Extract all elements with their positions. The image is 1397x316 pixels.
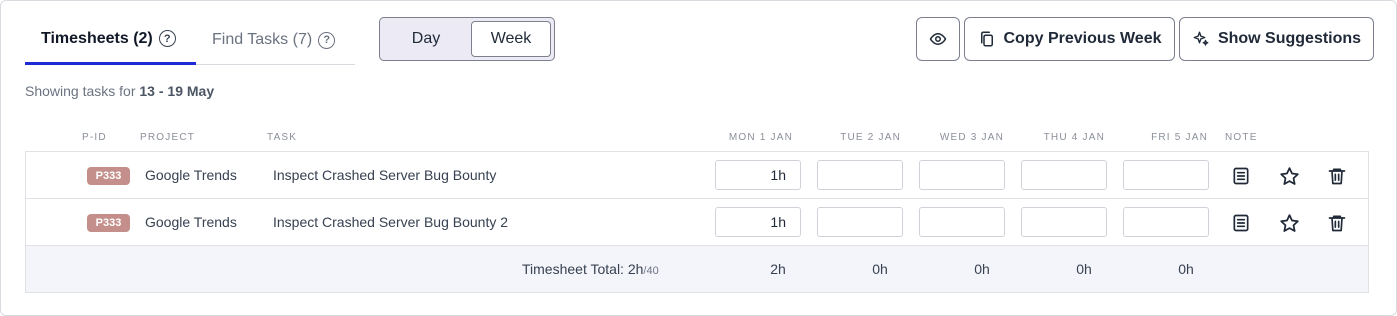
tab-timesheets-label: Timesheets (2) xyxy=(41,29,153,47)
total-fri: 0h xyxy=(1178,261,1194,277)
note-icon xyxy=(1233,167,1249,185)
hours-input-mon[interactable]: 1h xyxy=(715,160,801,190)
column-header-pid: P-ID xyxy=(82,132,107,143)
show-suggestions-button[interactable]: Show Suggestions xyxy=(1179,17,1374,61)
favorite-button[interactable] xyxy=(1277,164,1301,188)
pid-badge: P333 xyxy=(87,167,130,185)
tab-bar: Timesheets (2) ? Find Tasks (7) ? xyxy=(25,15,355,65)
hours-input-mon[interactable]: 1h xyxy=(715,207,801,237)
copy-previous-week-label: Copy Previous Week xyxy=(1003,30,1162,47)
timesheet-total-max: /40 xyxy=(643,265,659,277)
column-header-project: PROJECT xyxy=(140,132,196,143)
total-thu: 0h xyxy=(1076,261,1092,277)
show-suggestions-label: Show Suggestions xyxy=(1217,30,1362,47)
week-toggle-button[interactable]: Week xyxy=(471,21,551,57)
pid-badge: P333 xyxy=(87,214,130,232)
timesheet-total-label: Timesheet Total: 2h/40 xyxy=(522,261,659,277)
project-name: Google Trends xyxy=(145,167,237,183)
date-range-value: 13 - 19 May xyxy=(139,83,215,99)
note-icon xyxy=(1233,214,1249,232)
tab-timesheets[interactable]: Timesheets (2) ? xyxy=(25,15,196,65)
column-header-note: NOTE xyxy=(1225,132,1258,143)
date-range-prefix: Showing tasks for xyxy=(25,83,136,99)
day-toggle-button[interactable]: Day xyxy=(383,21,469,57)
star-icon xyxy=(1279,213,1299,232)
date-range-caption: Showing tasks for 13 - 19 May xyxy=(25,83,214,99)
hours-input-tue[interactable] xyxy=(817,207,903,237)
column-header-thu: THU 4 JAN xyxy=(1043,132,1105,143)
hours-input-wed[interactable] xyxy=(919,207,1005,237)
total-wed: 0h xyxy=(974,261,990,277)
table-row: P333 Google Trends Inspect Crashed Serve… xyxy=(26,152,1368,199)
column-header-tue: TUE 2 JAN xyxy=(840,132,901,143)
timesheet-panel: Timesheets (2) ? Find Tasks (7) ? Day We… xyxy=(0,0,1397,316)
column-header-fri: FRI 5 JAN xyxy=(1151,132,1208,143)
copy-previous-week-button[interactable]: Copy Previous Week xyxy=(964,17,1175,61)
column-header-mon: MON 1 JAN xyxy=(728,132,793,143)
sparkle-icon xyxy=(1193,31,1209,46)
copy-icon xyxy=(980,31,993,47)
hours-input-wed[interactable] xyxy=(919,160,1005,190)
total-tue: 0h xyxy=(872,261,888,277)
help-icon[interactable]: ? xyxy=(318,31,336,49)
column-header-wed: WED 3 JAN xyxy=(939,132,1004,143)
note-button[interactable] xyxy=(1229,211,1253,235)
timesheet-total-value: Timesheet Total: 2h xyxy=(522,261,644,277)
timesheet-table: P333 Google Trends Inspect Crashed Serve… xyxy=(25,151,1369,293)
view-button[interactable] xyxy=(916,17,960,61)
trash-icon xyxy=(1328,215,1346,232)
star-icon xyxy=(1279,166,1299,185)
hours-input-thu[interactable] xyxy=(1021,207,1107,237)
timesheet-total-row: Timesheet Total: 2h/40 2h 0h 0h 0h 0h xyxy=(26,246,1368,292)
favorite-button[interactable] xyxy=(1277,211,1301,235)
task-name: Inspect Crashed Server Bug Bounty 2 xyxy=(273,214,509,230)
eye-icon xyxy=(929,33,947,45)
delete-button[interactable] xyxy=(1325,211,1349,235)
total-mon: 2h xyxy=(770,261,786,277)
table-row: P333 Google Trends Inspect Crashed Serve… xyxy=(26,199,1368,246)
note-button[interactable] xyxy=(1229,164,1253,188)
hours-input-fri[interactable] xyxy=(1123,160,1209,190)
task-name: Inspect Crashed Server Bug Bounty xyxy=(273,167,497,183)
day-week-toggle: Day Week xyxy=(379,17,555,61)
hours-input-fri[interactable] xyxy=(1123,207,1209,237)
delete-button[interactable] xyxy=(1325,164,1349,188)
tab-find-tasks-label: Find Tasks (7) xyxy=(212,31,313,48)
tab-find-tasks[interactable]: Find Tasks (7) ? xyxy=(212,15,336,65)
column-header-task: TASK xyxy=(267,132,298,143)
project-name: Google Trends xyxy=(145,214,237,230)
hours-input-thu[interactable] xyxy=(1021,160,1107,190)
hours-input-tue[interactable] xyxy=(817,160,903,190)
trash-icon xyxy=(1328,168,1346,185)
help-icon[interactable]: ? xyxy=(158,30,176,47)
